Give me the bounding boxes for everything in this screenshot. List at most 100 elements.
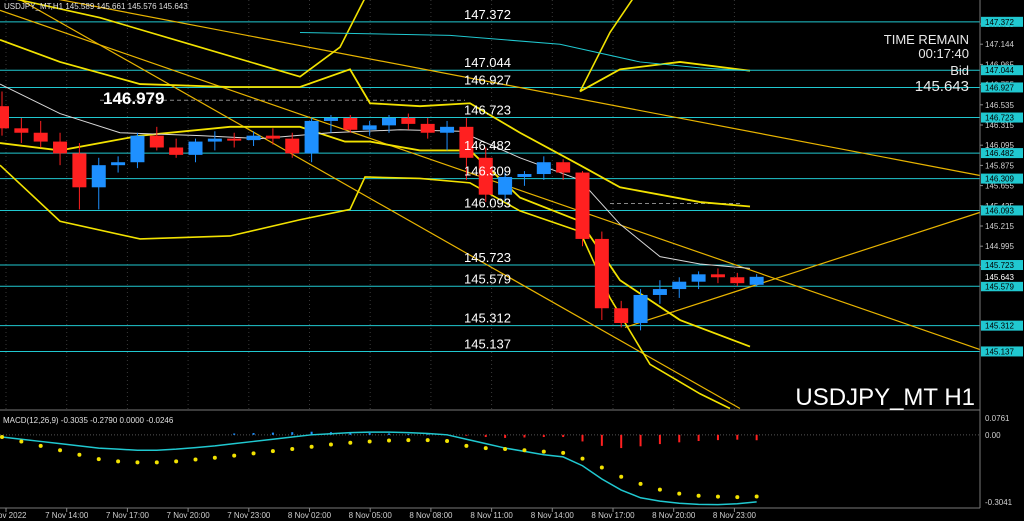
macd-signal-dot (735, 495, 740, 500)
time-label: 8 Nov 17:00 (591, 511, 635, 520)
candle-body (91, 165, 106, 188)
candle-body (575, 172, 590, 239)
macd-signal-dot (387, 438, 391, 443)
macd-panel: 0.0761 0.00 -0.3041 (0, 414, 1013, 507)
macd-signal-dot (580, 456, 585, 461)
macd-axis-label: -0.3041 (985, 498, 1013, 507)
macd-signal-dot (561, 450, 566, 455)
time-label: 7 Nov 14:00 (45, 511, 89, 520)
level-label: 145.137 (464, 336, 511, 351)
level-axis-label: 146.482 (985, 149, 1014, 158)
time-label: 7 Nov 20:00 (167, 511, 211, 520)
candle-body (227, 138, 242, 141)
big-price-label: 146.979 (103, 89, 164, 108)
price-tick-label: 147.144 (985, 40, 1014, 49)
candle-body (498, 176, 513, 195)
candle-body (401, 117, 416, 124)
level-label: 147.372 (464, 7, 511, 22)
candle-body (517, 174, 532, 177)
macd-signal-dot (232, 453, 237, 458)
level-axis-label: 146.723 (985, 114, 1014, 123)
candle-body (556, 162, 571, 173)
candle-body (188, 141, 203, 155)
level-label: 146.723 (464, 103, 511, 118)
level-label: 146.927 (464, 72, 511, 87)
macd-signal-dot (309, 444, 314, 449)
macd-signal-dot (58, 448, 63, 453)
candle-body (265, 135, 280, 139)
candle-body (323, 117, 338, 121)
macd-signal-dot (212, 455, 217, 460)
time-label: 8 Nov 08:00 (409, 511, 453, 520)
candle-body (652, 289, 667, 295)
time-label: 8 Nov 02:00 (288, 511, 332, 520)
macd-signal-dot (503, 446, 508, 451)
candle-body (672, 281, 687, 290)
macd-signal-dot (19, 439, 24, 444)
macd-signal-dot (328, 442, 333, 447)
level-axis-label: 146.093 (985, 206, 1014, 215)
macd-signal-dot (0, 435, 4, 440)
macd-signal-dot (754, 494, 759, 499)
macd-signal-dot (715, 494, 720, 499)
macd-signal-dot (96, 457, 101, 462)
time-label: 7 Nov 17:00 (106, 511, 150, 520)
candle-body (304, 120, 319, 154)
candle-body (130, 135, 145, 163)
time-label: 8 Nov 11:00 (470, 511, 513, 520)
level-axis-label: 145.137 (985, 347, 1014, 356)
macd-signal-dot (657, 487, 662, 492)
level-axis-label: 147.372 (985, 18, 1014, 27)
candle-body (33, 132, 48, 142)
macd-signal-dot (135, 460, 140, 465)
current-price-label: 145.643 (985, 273, 1014, 282)
level-label: 145.312 (464, 311, 511, 326)
candle-body (0, 106, 9, 129)
candle-body (633, 294, 648, 323)
macd-axis-label: 0.00 (985, 431, 1001, 440)
macd-signal-dot (464, 443, 469, 448)
level-label: 147.044 (464, 55, 511, 70)
candle-body (72, 153, 87, 188)
price-tick-label: 144.995 (985, 242, 1014, 251)
time-label: 8 Nov 20:00 (652, 511, 696, 520)
macd-signal-dot (638, 481, 643, 486)
macd-signal-dot (348, 440, 353, 445)
macd-signal-dot (77, 452, 82, 457)
macd-signal-dot (522, 448, 527, 453)
candle-body (53, 141, 68, 154)
macd-signal-dot (290, 446, 295, 451)
macd-signal-dot (599, 465, 604, 470)
macd-signal-dot (445, 438, 450, 443)
candle-body (614, 308, 629, 323)
price-tick-label: 145.875 (985, 161, 1014, 170)
macd-signal-dot (116, 459, 121, 464)
macd-signal-dot (174, 459, 179, 464)
time-label: 7 Nov 2022 (0, 511, 27, 520)
level-axis-label: 145.723 (985, 261, 1014, 270)
symbol-watermark: USDJPY_MT H1 (795, 384, 975, 411)
time-axis: 7 Nov 2022 7 Nov 14:00 7 Nov 17:00 7 Nov 20… (0, 508, 757, 520)
candle-body (14, 128, 29, 133)
macd-signal-dot (367, 439, 372, 444)
candle-body (207, 138, 222, 142)
macd-signal-dot (696, 493, 701, 498)
time-remain-label: TIME REMAIN (884, 32, 969, 47)
level-axis-label: 146.927 (985, 83, 1014, 92)
candle-body (343, 117, 358, 130)
candle-body (536, 162, 551, 175)
chart-header: USDJPY_MT,H1 145.589 145.661 145.576 145… (4, 2, 188, 11)
level-label: 146.309 (464, 164, 511, 179)
bid-label: Bid (950, 63, 969, 78)
candle-body (149, 135, 164, 148)
macd-line (1, 431, 757, 506)
level-axis-label: 145.579 (985, 282, 1014, 291)
time-label: 7 Nov 23:00 (227, 511, 271, 520)
time-label: 8 Nov 23:00 (713, 511, 757, 520)
level-axis-label: 145.312 (985, 322, 1014, 331)
time-remain-value: 00:17:40 (918, 46, 969, 61)
chart-canvas: 147.372 147.044 146.927 146.723 146.482 146.3… (0, 0, 1023, 520)
candle-body (594, 238, 609, 309)
macd-signal-dot (270, 449, 275, 454)
candle-body (691, 274, 706, 282)
